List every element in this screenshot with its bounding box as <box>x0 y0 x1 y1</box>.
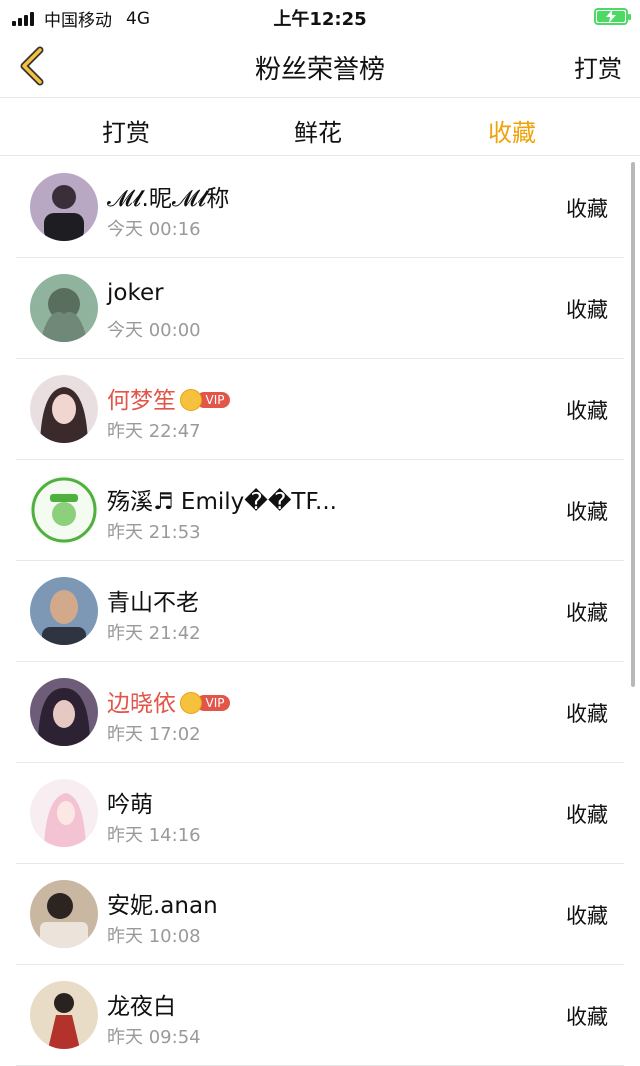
list-item[interactable]: 吟萌 昨天 14:16 收藏 <box>16 763 624 864</box>
user-name: joker <box>107 280 164 306</box>
action-label: 收藏 <box>566 702 608 726</box>
avatar <box>30 476 98 544</box>
action-label: 收藏 <box>566 197 608 221</box>
avatar <box>30 577 98 645</box>
timestamp: 今天 00:16 <box>107 219 201 240</box>
tip-button[interactable]: 打赏 <box>574 49 622 84</box>
user-name-text: 边晓依 <box>107 691 176 717</box>
tab-favorites[interactable]: 收藏 <box>452 113 572 148</box>
avatar <box>30 880 98 948</box>
avatar <box>30 274 98 342</box>
list-item[interactable]: 何梦笙 VIP 昨天 22:47 收藏 <box>16 359 624 460</box>
action-label: 收藏 <box>566 1005 608 1029</box>
action-label: 收藏 <box>566 500 608 524</box>
list-item[interactable]: 𝓜𝓵.昵𝓜𝓵称 今天 00:16 收藏 <box>16 157 624 258</box>
scrollbar[interactable] <box>631 162 635 687</box>
status-bar: 中国移动 4G 上午12:25 <box>0 0 640 34</box>
page-title: 粉丝荣誉榜 <box>254 55 385 85</box>
timestamp: 今天 00:00 <box>107 320 201 341</box>
crown-icon <box>180 388 202 411</box>
action-label: 收藏 <box>566 601 608 625</box>
timestamp: 昨天 14:16 <box>107 825 201 846</box>
user-name: 殇溪♬ Emily��TF... <box>107 489 337 515</box>
status-time: 上午12:25 <box>273 9 367 30</box>
vip-badge: VIP <box>180 691 230 714</box>
timestamp: 昨天 22:47 <box>107 421 201 442</box>
timestamp: 昨天 21:53 <box>107 522 201 543</box>
user-name: 𝓜𝓵.昵𝓜𝓵称 <box>107 186 230 212</box>
user-name-text: 何梦笙 <box>107 388 176 414</box>
vip-badge: VIP <box>180 388 230 411</box>
nav-bar: 粉丝荣誉榜 打赏 <box>0 34 640 98</box>
list-item[interactable]: 安妮.anan 昨天 10:08 收藏 <box>16 864 624 965</box>
avatar <box>30 678 98 746</box>
user-name: 边晓依 VIP <box>107 684 230 718</box>
timestamp: 昨天 09:54 <box>107 1027 201 1048</box>
timestamp: 昨天 10:08 <box>107 926 201 947</box>
crown-icon <box>180 691 202 714</box>
tab-flowers[interactable]: 鲜花 <box>258 113 378 148</box>
list-item[interactable]: 青山不老 昨天 21:42 收藏 <box>16 561 624 662</box>
action-label: 收藏 <box>566 298 608 322</box>
action-label: 收藏 <box>566 399 608 423</box>
user-name: 吟萌 <box>107 792 153 818</box>
avatar <box>30 173 98 241</box>
avatar <box>30 981 98 1049</box>
user-name: 何梦笙 VIP <box>107 381 230 415</box>
user-name: 安妮.anan <box>107 893 218 919</box>
action-label: 收藏 <box>566 904 608 928</box>
list-item[interactable]: 边晓依 VIP 昨天 17:02 收藏 <box>16 662 624 763</box>
tab-tip[interactable]: 打赏 <box>66 113 186 148</box>
action-label: 收藏 <box>566 803 608 827</box>
battery-icon <box>594 8 631 25</box>
avatar <box>30 375 98 443</box>
avatar <box>30 779 98 847</box>
list-item[interactable]: joker 今天 00:00 收藏 <box>16 258 624 359</box>
timestamp: 昨天 21:42 <box>107 623 201 644</box>
list-item[interactable]: 龙夜白 昨天 09:54 收藏 <box>16 965 624 1066</box>
list-item[interactable]: 殇溪♬ Emily��TF... 昨天 21:53 收藏 <box>16 460 624 561</box>
timestamp: 昨天 17:02 <box>107 724 201 745</box>
tab-bar: 打赏 鲜花 收藏 <box>0 99 640 156</box>
user-name: 青山不老 <box>107 590 199 616</box>
user-name: 龙夜白 <box>107 994 176 1020</box>
